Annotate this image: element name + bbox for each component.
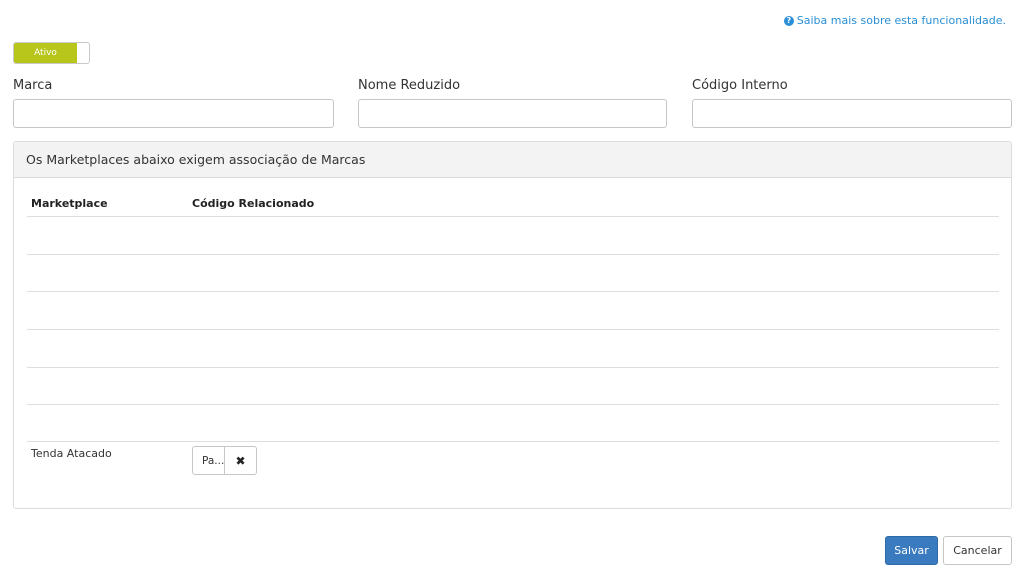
codigo-interno-label: Código Interno [692,78,788,93]
nome-reduzido-input[interactable] [358,99,667,128]
table-divider [27,291,999,292]
status-toggle-label: Ativo [14,43,77,63]
column-header-marketplace: Marketplace [31,197,108,210]
close-icon[interactable]: ✖ [225,447,256,474]
marca-label: Marca [13,78,53,93]
related-code-chip: Pa... ✖ [192,446,257,475]
marca-input[interactable] [13,99,334,128]
table-divider [27,216,999,217]
column-header-codigo-relacionado: Código Relacionado [192,197,315,210]
help-link-text: Saiba mais sobre esta funcionalidade. [796,14,1006,27]
table-divider [27,404,999,405]
marketplaces-panel: Os Marketplaces abaixo exigem associação… [13,141,1012,509]
nome-reduzido-label: Nome Reduzido [358,78,461,93]
related-code-value[interactable]: Pa... [193,447,225,474]
marketplace-name: Tenda Atacado [31,447,112,460]
save-button[interactable]: Salvar [885,536,938,565]
table-divider [27,254,999,255]
marketplaces-panel-heading: Os Marketplaces abaixo exigem associação… [14,142,1011,178]
question-circle-icon: ? [783,15,794,26]
help-link[interactable]: ? Saiba mais sobre esta funcionalidade. [783,14,1006,27]
table-divider [27,329,999,330]
table-divider [27,441,999,442]
cancel-button[interactable]: Cancelar [943,536,1012,565]
status-toggle[interactable]: Ativo [13,42,90,64]
table-divider [27,367,999,368]
codigo-interno-input[interactable] [692,99,1012,128]
